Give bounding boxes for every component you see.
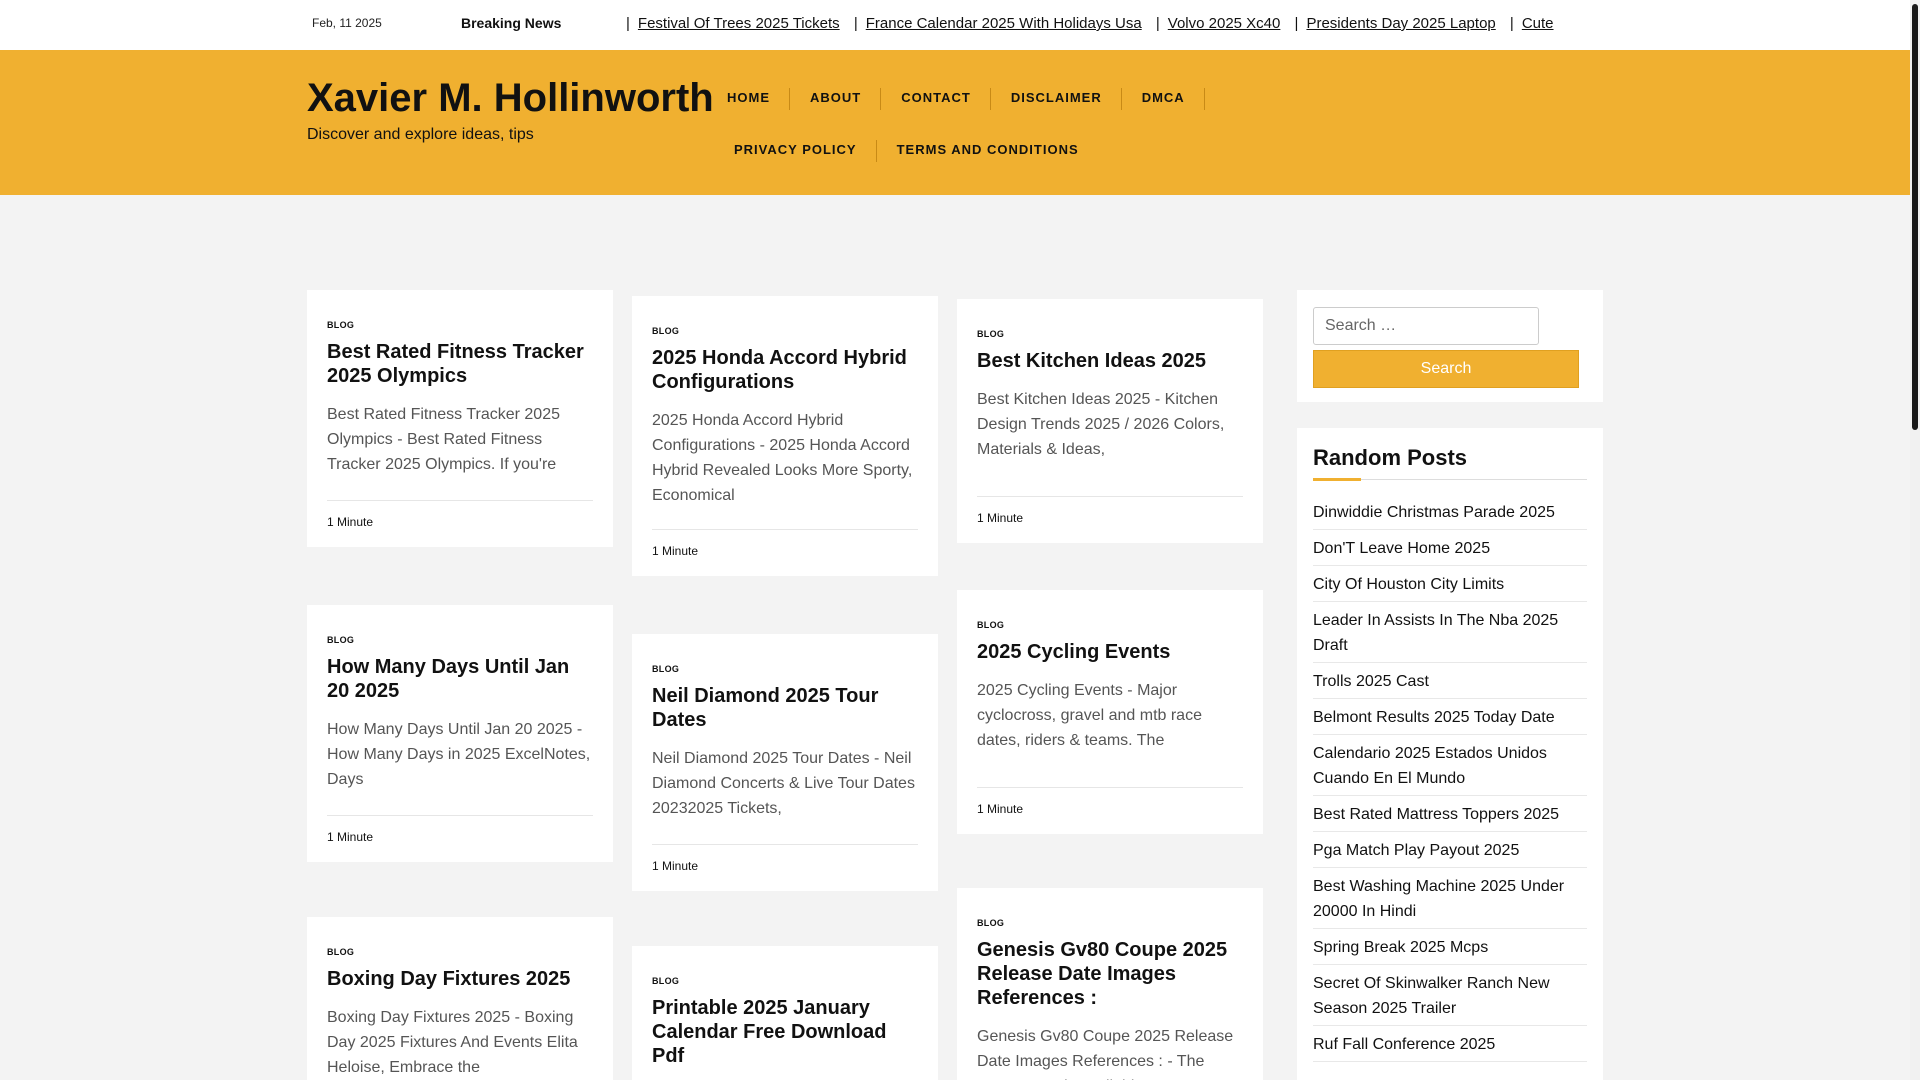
post-read-time: 1 Minute: [327, 815, 593, 844]
ticker-link[interactable]: Festival Of Trees 2025 Tickets: [638, 15, 840, 32]
random-post-link[interactable]: Best Washing Machine 2025 Under 20000 In…: [1313, 878, 1564, 920]
list-item: Spring Break 2025 Mcps: [1313, 935, 1587, 965]
post-category[interactable]: BLOG: [652, 664, 918, 674]
list-item: Don'T Leave Home 2025: [1313, 536, 1587, 566]
post-excerpt: Boxing Day Fixtures 2025 - Boxing Day 20…: [327, 1009, 578, 1076]
top-bar: Feb, 11 2025 Breaking News | Festival Of …: [0, 0, 1910, 50]
post-card: BLOG Neil Diamond 2025 Tour Dates Neil D…: [632, 634, 938, 891]
post-card: BLOG Printable 2025 January Calendar Fre…: [632, 946, 938, 1080]
post-title[interactable]: 2025 Cycling Events: [977, 640, 1243, 664]
search-input[interactable]: [1313, 307, 1539, 345]
post-category[interactable]: BLOG: [652, 976, 918, 986]
post-card: BLOG Boxing Day Fixtures 2025 Boxing Day…: [307, 917, 613, 1080]
post-category[interactable]: BLOG: [327, 635, 593, 645]
site-title[interactable]: Xavier M. Hollinworth: [307, 76, 714, 121]
post-excerpt: How Many Days Until Jan 20 2025 - How Ma…: [327, 721, 591, 788]
ticker-link[interactable]: France Calendar 2025 With Holidays Usa: [866, 15, 1142, 32]
post-title[interactable]: Printable 2025 January Calendar Free Dow…: [652, 996, 918, 1068]
post-category[interactable]: BLOG: [327, 320, 593, 330]
list-item: Calendario 2025 Estados Unidos Cuando En…: [1313, 741, 1587, 796]
scrollbar-thumb[interactable]: [1912, 4, 1918, 430]
list-item: Trolls 2025 Cast: [1313, 669, 1587, 699]
list-item: Leader In Assists In The Nba 2025 Draft: [1313, 608, 1587, 663]
post-card: BLOG 2025 Cycling Events 2025 Cycling Ev…: [957, 590, 1263, 834]
main-navigation: HOME ABOUT CONTACT DISCLAIMER DMCA PRIVACY PO…: [714, 72, 1354, 176]
ticker-link[interactable]: Presidents Day 2025 Laptop: [1306, 15, 1495, 32]
post-card: BLOG Best Rated Fitness Tracker 2025 Oly…: [307, 290, 613, 547]
post-category[interactable]: BLOG: [977, 329, 1243, 339]
post-title[interactable]: Best Rated Fitness Tracker 2025 Olympics: [327, 340, 593, 388]
ticker-link[interactable]: Cute: [1522, 15, 1554, 32]
widget-title: Random Posts: [1313, 445, 1468, 470]
post-excerpt: Neil Diamond 2025 Tour Dates - Neil Diam…: [652, 750, 915, 817]
post-read-time: 1 Minute: [327, 500, 593, 529]
post-title[interactable]: Best Kitchen Ideas 2025: [977, 349, 1243, 373]
site-header: Xavier M. Hollinworth Discover and explo…: [0, 50, 1910, 195]
post-card: BLOG 2025 Honda Accord Hybrid Configurat…: [632, 296, 938, 576]
post-title[interactable]: Boxing Day Fixtures 2025: [327, 967, 593, 991]
post-excerpt: Best Rated Fitness Tracker 2025 Olympics…: [327, 406, 560, 473]
post-read-time: 1 Minute: [977, 787, 1243, 816]
breaking-news-label: Breaking News: [461, 15, 562, 31]
nav-about[interactable]: ABOUT: [790, 72, 882, 124]
post-card: BLOG Genesis Gv80 Coupe 2025 Release Dat…: [957, 888, 1263, 1080]
current-date: Feb, 11 2025: [312, 16, 382, 30]
random-post-link[interactable]: Trolls 2025 Cast: [1313, 673, 1429, 690]
post-category[interactable]: BLOG: [652, 326, 918, 336]
random-posts-widget: Random Posts Dinwiddie Christmas Parade …: [1297, 428, 1603, 1080]
post-title[interactable]: Genesis Gv80 Coupe 2025 Release Date Ima…: [977, 938, 1243, 1010]
random-post-link[interactable]: Secret Of Skinwalker Ranch New Season 20…: [1313, 975, 1550, 1017]
post-title[interactable]: Neil Diamond 2025 Tour Dates: [652, 684, 918, 732]
random-post-link[interactable]: Pga Match Play Payout 2025: [1313, 842, 1519, 859]
nav-contact[interactable]: CONTACT: [881, 72, 991, 124]
random-post-link[interactable]: Don'T Leave Home 2025: [1313, 540, 1490, 557]
random-post-link[interactable]: Belmont Results 2025 Today Date: [1313, 709, 1555, 726]
post-excerpt: 2025 Honda Accord Hybrid Configurations …: [652, 412, 913, 504]
widget-title-underline: [1313, 478, 1587, 481]
search-widget: Search: [1297, 290, 1603, 402]
nav-home[interactable]: HOME: [714, 72, 790, 124]
list-item: Best Rated Mattress Toppers 2025: [1313, 802, 1587, 832]
post-excerpt: Best Kitchen Ideas 2025 - Kitchen Design…: [977, 391, 1225, 458]
random-post-link[interactable]: Dinwiddie Christmas Parade 2025: [1313, 504, 1555, 521]
random-post-link[interactable]: City Of Houston City Limits: [1313, 576, 1504, 593]
post-title[interactable]: 2025 Honda Accord Hybrid Configurations: [652, 346, 918, 394]
post-excerpt: 2025 Cycling Events - Major cyclocross, …: [977, 682, 1202, 749]
list-item: Secret Of Skinwalker Ranch New Season 20…: [1313, 971, 1587, 1026]
post-card: BLOG Best Kitchen Ideas 2025 Best Kitche…: [957, 299, 1263, 543]
nav-privacy-policy[interactable]: PRIVACY POLICY: [714, 124, 877, 176]
random-post-link[interactable]: Best Rated Mattress Toppers 2025: [1313, 806, 1559, 823]
nav-terms-and-conditions[interactable]: TERMS AND CONDITIONS: [877, 124, 1099, 176]
post-card: BLOG How Many Days Until Jan 20 2025 How…: [307, 605, 613, 862]
nav-dmca[interactable]: DMCA: [1122, 72, 1205, 124]
post-excerpt: Genesis Gv80 Coupe 2025 Release Date Ima…: [977, 1028, 1234, 1080]
post-read-time: 1 Minute: [652, 844, 918, 873]
list-item: Best Washing Machine 2025 Under 20000 In…: [1313, 874, 1587, 929]
random-post-link[interactable]: Ruf Fall Conference 2025: [1313, 1036, 1495, 1053]
list-item: Dinwiddie Christmas Parade 2025: [1313, 500, 1587, 530]
list-item: Ruf Fall Conference 2025: [1313, 1032, 1587, 1062]
list-item: City Of Houston City Limits: [1313, 572, 1587, 602]
page-scrollbar[interactable]: [1910, 0, 1920, 1080]
site-description: Discover and explore ideas, tips: [307, 126, 534, 143]
random-posts-list: Dinwiddie Christmas Parade 2025 Don'T Le…: [1313, 500, 1587, 1062]
post-category[interactable]: BLOG: [327, 947, 593, 957]
search-button[interactable]: Search: [1313, 350, 1579, 388]
post-category[interactable]: BLOG: [977, 918, 1243, 928]
post-category[interactable]: BLOG: [977, 620, 1243, 630]
random-post-link[interactable]: Calendario 2025 Estados Unidos Cuando En…: [1313, 745, 1547, 787]
ticker-link[interactable]: Volvo 2025 Xc40: [1168, 15, 1281, 32]
breaking-news-ticker: | Festival Of Trees 2025 Tickets | France …: [626, 15, 1554, 32]
nav-disclaimer[interactable]: DISCLAIMER: [991, 72, 1122, 124]
random-post-link[interactable]: Leader In Assists In The Nba 2025 Draft: [1313, 612, 1558, 654]
random-post-link[interactable]: Spring Break 2025 Mcps: [1313, 939, 1488, 956]
list-item: Belmont Results 2025 Today Date: [1313, 705, 1587, 735]
list-item: Pga Match Play Payout 2025: [1313, 838, 1587, 868]
post-read-time: 1 Minute: [652, 529, 918, 558]
post-title[interactable]: How Many Days Until Jan 20 2025: [327, 655, 593, 703]
post-read-time: 1 Minute: [977, 496, 1243, 525]
